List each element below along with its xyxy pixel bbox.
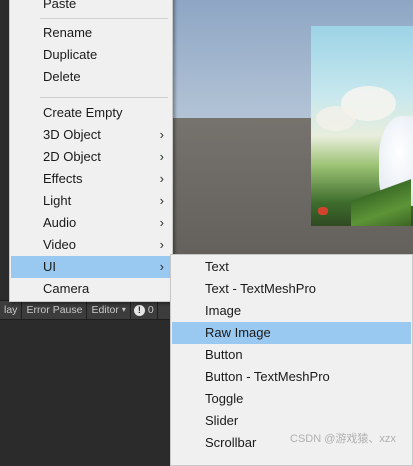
- menu-item-duplicate[interactable]: Duplicate: [11, 44, 171, 66]
- menu-item-label: 3D Object: [43, 127, 101, 142]
- menu-item-label: Light: [43, 193, 72, 208]
- menu-item-label: UI: [43, 259, 56, 274]
- submenu-item-text[interactable]: Text: [172, 256, 411, 278]
- menu-item-audio[interactable]: Audio ›: [11, 212, 171, 234]
- info-messages-toggle[interactable]: ! 0: [131, 301, 158, 319]
- menu-item-label: Image: [205, 303, 242, 318]
- menu-separator: [40, 97, 168, 98]
- menu-item-label: Scrollbar: [205, 435, 257, 450]
- menu-separator: [40, 18, 168, 19]
- menu-item-label: Raw Image: [205, 325, 271, 340]
- submenu-item-raw-image[interactable]: Raw Image: [172, 322, 411, 344]
- error-pause-label: Error Pause: [26, 304, 83, 316]
- menu-item-ui[interactable]: UI ›: [11, 256, 171, 278]
- menu-item-label: Create Empty: [43, 105, 123, 120]
- submenu-item-toggle[interactable]: Toggle: [172, 388, 411, 410]
- error-pause-button[interactable]: Error Pause: [22, 301, 88, 319]
- play-button-label: lay: [4, 304, 18, 316]
- menu-item-delete[interactable]: Delete: [11, 66, 171, 88]
- submenu-item-text-textmeshpro[interactable]: Text - TextMeshPro: [172, 278, 411, 300]
- info-count: 0: [147, 304, 154, 316]
- cloud-shape: [316, 106, 356, 131]
- submenu-item-button[interactable]: Button: [172, 344, 411, 366]
- menu-item-effects[interactable]: Effects ›: [11, 168, 171, 190]
- menu-item-label: Text - TextMeshPro: [205, 281, 317, 296]
- chevron-right-icon: ›: [159, 149, 164, 164]
- menu-item-paste[interactable]: Paste: [11, 0, 171, 15]
- menu-item-label: Toggle: [205, 391, 244, 406]
- game-view-toolbar: lay Error Pause Editor ▾ ! 0: [0, 300, 175, 320]
- grass-shape: [351, 176, 411, 226]
- editor-dropdown[interactable]: Editor ▾: [87, 301, 131, 319]
- menu-item-label: Duplicate: [43, 47, 98, 62]
- hierarchy-context-menu: Paste Rename Duplicate Delete Create Emp…: [9, 0, 173, 302]
- menu-item-label: Effects: [43, 171, 83, 186]
- chevron-right-icon: ›: [159, 237, 164, 252]
- chevron-right-icon: ›: [159, 259, 164, 274]
- menu-item-label: Button: [205, 347, 243, 362]
- info-icon: !: [133, 304, 145, 316]
- chevron-right-icon: ›: [159, 215, 164, 230]
- menu-item-label: 2D Object: [43, 149, 101, 164]
- menu-item-label: Button - TextMeshPro: [205, 369, 330, 384]
- submenu-item-image[interactable]: Image: [172, 300, 411, 322]
- menu-item-label: Paste: [43, 0, 77, 11]
- chevron-right-icon: ›: [159, 171, 164, 186]
- butterfly-shape: [318, 207, 328, 215]
- menu-item-create-empty[interactable]: Create Empty: [11, 102, 171, 124]
- menu-item-3d-object[interactable]: 3D Object ›: [11, 124, 171, 146]
- chevron-down-icon: ▾: [121, 305, 126, 314]
- menu-item-light[interactable]: Light ›: [11, 190, 171, 212]
- submenu-item-button-textmeshpro[interactable]: Button - TextMeshPro: [172, 366, 411, 388]
- submenu-item-slider[interactable]: Slider: [172, 410, 411, 432]
- menu-item-label: Text: [205, 259, 229, 274]
- menu-item-label: Camera: [43, 281, 90, 296]
- watermark-text: CSDN @游戏猿、xzx: [290, 433, 396, 445]
- maximize-on-play-button[interactable]: lay: [0, 301, 23, 319]
- menu-item-rename[interactable]: Rename: [11, 22, 171, 44]
- menu-item-label: Rename: [43, 25, 93, 40]
- menu-item-label: Delete: [43, 69, 81, 84]
- menu-item-label: Slider: [205, 413, 239, 428]
- game-artwork-image: [311, 26, 413, 226]
- chevron-right-icon: ›: [159, 127, 164, 142]
- menu-item-label: Audio: [43, 215, 77, 230]
- editor-dropdown-label: Editor: [91, 304, 119, 316]
- menu-item-camera[interactable]: Camera: [11, 278, 171, 300]
- chevron-right-icon: ›: [159, 193, 164, 208]
- menu-item-label: Video: [43, 237, 77, 252]
- menu-item-video[interactable]: Video ›: [11, 234, 171, 256]
- menu-item-2d-object[interactable]: 2D Object ›: [11, 146, 171, 168]
